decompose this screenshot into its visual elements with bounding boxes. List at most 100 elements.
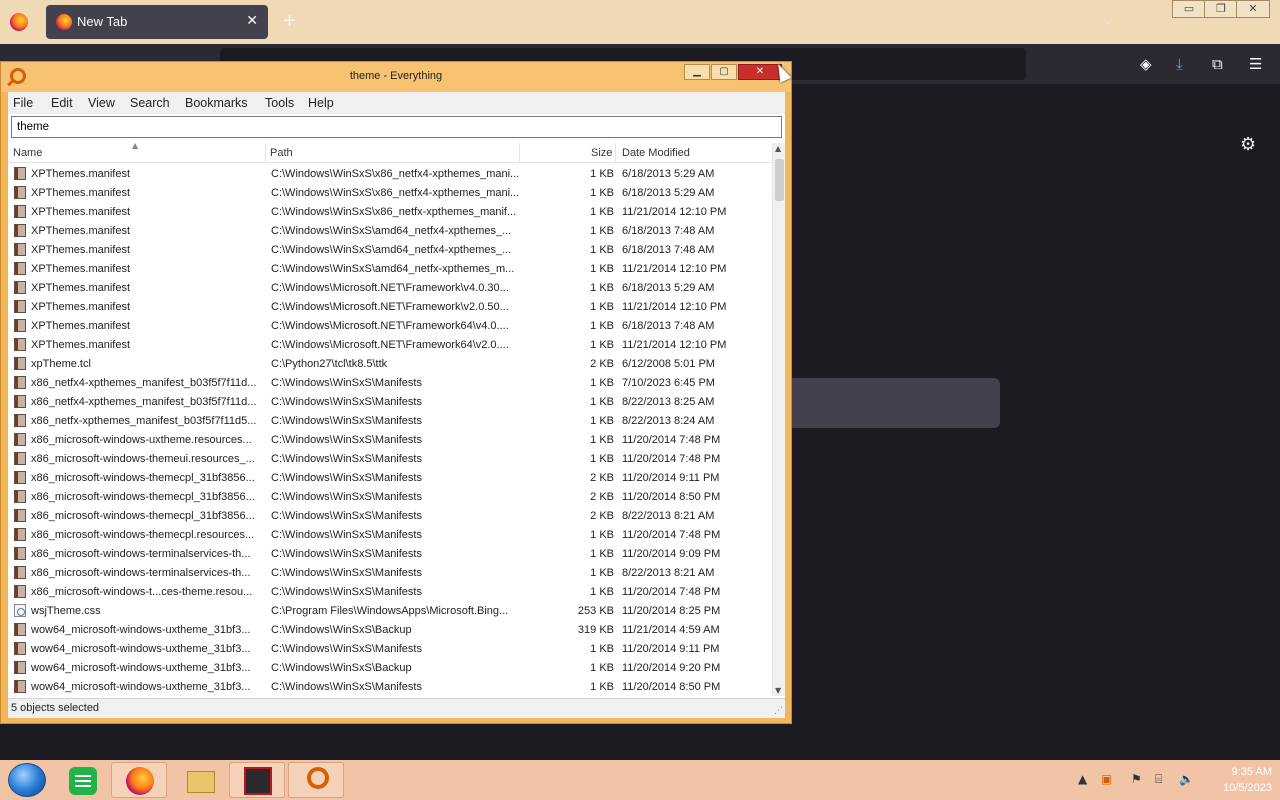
- result-row[interactable]: wsjTheme.css C:\Program Files\WindowsApps…: [8, 602, 772, 621]
- result-row[interactable]: XPThemes.manifest C:\Windows\WinSxS\x86_n…: [8, 203, 772, 222]
- volume-icon[interactable]: 🔈: [1179, 772, 1194, 786]
- result-row[interactable]: wow64_microsoft-windows-uxtheme_31bf3...…: [8, 678, 772, 695]
- result-row[interactable]: XPThemes.manifest C:\Windows\Microsoft.NE…: [8, 336, 772, 355]
- result-row[interactable]: xpTheme.tcl C:\Python27\tcl\tk8.5\ttk 2 KB…: [8, 355, 772, 374]
- column-divider[interactable]: [265, 143, 266, 163]
- taskbar-file-explorer[interactable]: [172, 762, 228, 798]
- column-divider[interactable]: [519, 143, 520, 163]
- search-input[interactable]: theme: [11, 116, 782, 138]
- result-row[interactable]: x86_microsoft-windows-terminalservices-t…: [8, 545, 772, 564]
- sort-ascending-icon: ▲: [132, 141, 139, 150]
- tray-app-icon[interactable]: ▣: [1101, 772, 1112, 786]
- start-button[interactable]: [8, 763, 46, 797]
- result-name: wow64_microsoft-windows-uxtheme_31bf3...: [31, 624, 251, 636]
- result-row[interactable]: XPThemes.manifest C:\Windows\Microsoft.NE…: [8, 279, 772, 298]
- system-clock[interactable]: 9:35 AM 10/5/2023: [1202, 764, 1272, 796]
- menu-bookmarks[interactable]: Bookmarks: [185, 96, 248, 110]
- show-hidden-icons-icon[interactable]: ▲: [1078, 772, 1087, 786]
- result-name: XPThemes.manifest: [31, 187, 131, 199]
- window-close-button[interactable]: ✕: [1236, 0, 1270, 18]
- result-row[interactable]: XPThemes.manifest C:\Windows\WinSxS\amd64…: [8, 241, 772, 260]
- result-row[interactable]: x86_microsoft-windows-themeui.resources_…: [8, 450, 772, 469]
- settings-icon[interactable]: ⚙: [1240, 134, 1256, 155]
- window-maximize-button[interactable]: ❐: [1204, 0, 1238, 18]
- result-date: 6/18/2013 5:29 AM: [622, 282, 715, 294]
- column-name[interactable]: Name: [13, 147, 42, 159]
- column-size[interactable]: Size: [591, 147, 612, 159]
- taskbar-notes-app[interactable]: [54, 762, 110, 798]
- result-row[interactable]: x86_microsoft-windows-uxtheme.resources.…: [8, 431, 772, 450]
- menu-view[interactable]: View: [88, 96, 115, 110]
- column-date-modified[interactable]: Date Modified: [622, 147, 690, 159]
- result-size: 1 KB: [590, 282, 614, 294]
- menu-edit[interactable]: Edit: [51, 96, 73, 110]
- maximize-button[interactable]: ▢: [711, 64, 737, 80]
- extensions-icon[interactable]: ⧉: [1212, 55, 1223, 73]
- menu-search[interactable]: Search: [130, 96, 170, 110]
- column-divider[interactable]: [615, 143, 616, 163]
- window-minimize-button[interactable]: ▭: [1172, 0, 1206, 18]
- result-row[interactable]: XPThemes.manifest C:\Windows\WinSxS\x86_n…: [8, 165, 772, 184]
- result-row[interactable]: x86_microsoft-windows-themecpl_31bf3856.…: [8, 488, 772, 507]
- result-name: wsjTheme.css: [31, 605, 101, 617]
- result-name: wow64_microsoft-windows-uxtheme_31bf3...: [31, 681, 251, 693]
- tab-close-icon[interactable]: ✕: [246, 12, 258, 29]
- result-name: XPThemes.manifest: [31, 282, 131, 294]
- result-row[interactable]: x86_microsoft-windows-themecpl_31bf3856.…: [8, 507, 772, 526]
- result-row[interactable]: XPThemes.manifest C:\Windows\Microsoft.NE…: [8, 317, 772, 336]
- result-row[interactable]: x86_netfx4-xpthemes_manifest_b03f5f7f11d…: [8, 374, 772, 393]
- result-name: XPThemes.manifest: [31, 320, 131, 332]
- result-row[interactable]: x86_microsoft-windows-t...ces-theme.reso…: [8, 583, 772, 602]
- result-date: 8/22/2013 8:25 AM: [622, 396, 715, 408]
- result-row[interactable]: x86_netfx4-xpthemes_manifest_b03f5f7f11d…: [8, 393, 772, 412]
- result-row[interactable]: x86_microsoft-windows-themecpl.resources…: [8, 526, 772, 545]
- result-row[interactable]: wow64_microsoft-windows-uxtheme_31bf3...…: [8, 621, 772, 640]
- result-date: 11/21/2014 12:10 PM: [622, 206, 727, 218]
- result-size: 1 KB: [590, 339, 614, 351]
- result-row[interactable]: x86_microsoft-windows-themecpl_31bf3856.…: [8, 469, 772, 488]
- result-row[interactable]: wow64_microsoft-windows-uxtheme_31bf3...…: [8, 659, 772, 678]
- result-row[interactable]: XPThemes.manifest C:\Windows\WinSxS\x86_n…: [8, 184, 772, 203]
- result-path: C:\Windows\WinSxS\amd64_netfx4-xpthemes_…: [271, 225, 512, 237]
- minimize-button[interactable]: ▁: [684, 64, 710, 80]
- downloads-icon[interactable]: ⤓: [1176, 55, 1183, 73]
- result-row[interactable]: x86_netfx-xpthemes_manifest_b03f5f7f11d5…: [8, 412, 772, 431]
- vertical-scrollbar[interactable]: ▲ ▼: [772, 143, 785, 696]
- result-name: x86_microsoft-windows-terminalservices-t…: [31, 548, 251, 560]
- everything-title-bar[interactable]: theme - Everything ▁ ▢ ✕: [1, 62, 791, 92]
- result-size: 1 KB: [590, 396, 614, 408]
- result-date: 11/21/2014 12:10 PM: [622, 301, 727, 313]
- result-row[interactable]: XPThemes.manifest C:\Windows\WinSxS\amd64…: [8, 222, 772, 241]
- action-center-flag-icon[interactable]: ⚑: [1131, 772, 1142, 786]
- menu-icon[interactable]: ☰: [1249, 55, 1262, 73]
- result-row[interactable]: wow64_microsoft-windows-uxtheme_31bf3...…: [8, 640, 772, 659]
- menu-tools[interactable]: Tools: [265, 96, 294, 110]
- clock-date: 10/5/2023: [1223, 782, 1272, 794]
- new-tab-button[interactable]: +: [282, 10, 297, 31]
- taskbar-firefox[interactable]: [111, 762, 167, 798]
- result-row[interactable]: XPThemes.manifest C:\Windows\Microsoft.NE…: [8, 298, 772, 317]
- scroll-thumb[interactable]: [775, 159, 784, 201]
- taskbar-everything[interactable]: [288, 762, 344, 798]
- result-size: 1 KB: [590, 643, 614, 655]
- result-path: C:\Windows\WinSxS\Manifests: [271, 415, 422, 427]
- manifest-file-icon: [14, 414, 26, 427]
- result-path: C:\Windows\Microsoft.NET\Framework64\v4.…: [271, 320, 509, 332]
- result-row[interactable]: XPThemes.manifest C:\Windows\WinSxS\amd64…: [8, 260, 772, 279]
- result-row[interactable]: x86_microsoft-windows-terminalservices-t…: [8, 564, 772, 583]
- pocket-icon[interactable]: ◈: [1140, 55, 1152, 73]
- taskbar-media-app[interactable]: [229, 762, 285, 798]
- new-tab-search-box[interactable]: [776, 378, 1000, 428]
- list-all-tabs-button[interactable]: ⌵: [1102, 12, 1113, 28]
- result-date: 11/20/2014 7:48 PM: [622, 434, 721, 446]
- tab-new-tab[interactable]: New Tab ✕: [46, 5, 268, 39]
- resize-grip-icon[interactable]: ⋰: [774, 706, 783, 716]
- menu-file[interactable]: File: [13, 96, 33, 110]
- column-path[interactable]: Path: [270, 147, 293, 159]
- scroll-up-icon[interactable]: ▲: [775, 144, 781, 153]
- result-size: 253 KB: [577, 605, 614, 617]
- network-icon[interactable]: ⌸: [1155, 772, 1162, 787]
- scroll-down-icon[interactable]: ▼: [775, 686, 781, 695]
- firefox-view-icon[interactable]: [10, 13, 28, 31]
- menu-help[interactable]: Help: [308, 96, 334, 110]
